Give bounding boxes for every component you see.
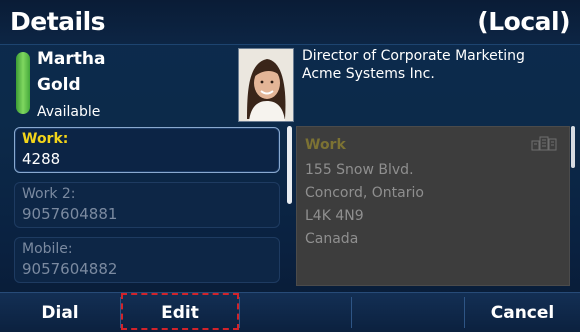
address-label: Work: [305, 137, 346, 153]
presence-status: Available: [37, 104, 101, 120]
edit-softkey[interactable]: Edit: [121, 293, 239, 332]
address-card: Work 155 Snow Blvd. Concord, Ontario L4K…: [296, 126, 570, 286]
softkey-bar: Dial Edit Cancel: [0, 292, 580, 332]
number-value: 4288: [22, 150, 61, 168]
address-line: Concord, Ontario: [305, 185, 424, 201]
phone-screen: Details (Local) Martha Gold Available Di…: [0, 0, 580, 332]
directory-scope: (Local): [477, 7, 570, 36]
avatar-photo: [239, 49, 293, 121]
contact-avatar: [238, 48, 294, 122]
empty-softkey-3[interactable]: [240, 293, 351, 332]
number-value: 9057604881: [22, 205, 118, 223]
address-line: L4K 4N9: [305, 208, 364, 224]
contact-first-name: Martha: [37, 49, 106, 69]
number-item-mobile[interactable]: Mobile: 9057604882: [14, 237, 280, 283]
dial-softkey[interactable]: Dial: [0, 293, 120, 332]
contact-last-name: Gold: [37, 75, 81, 95]
contact-job-title: Director of Corporate Marketing: [302, 48, 525, 64]
page-title: Details: [10, 7, 106, 36]
address-scrollbar[interactable]: [571, 126, 575, 168]
empty-softkey-4[interactable]: [352, 293, 464, 332]
number-value: 9057604882: [22, 260, 118, 278]
address-line: Canada: [305, 231, 359, 247]
title-bar: Details (Local): [0, 0, 580, 45]
number-item-work-2[interactable]: Work 2: 9057604881: [14, 182, 280, 228]
number-list-scrollbar[interactable]: [287, 126, 292, 204]
number-item-work[interactable]: Work: 4288: [14, 127, 280, 173]
cancel-softkey[interactable]: Cancel: [465, 293, 580, 332]
building-icon: [531, 136, 557, 151]
number-label: Work 2:: [22, 186, 76, 202]
contact-company: Acme Systems Inc.: [302, 66, 435, 82]
number-label: Mobile:: [22, 241, 73, 257]
number-label: Work:: [22, 131, 69, 147]
address-line: 155 Snow Blvd.: [305, 162, 414, 178]
presence-indicator: [16, 52, 30, 114]
